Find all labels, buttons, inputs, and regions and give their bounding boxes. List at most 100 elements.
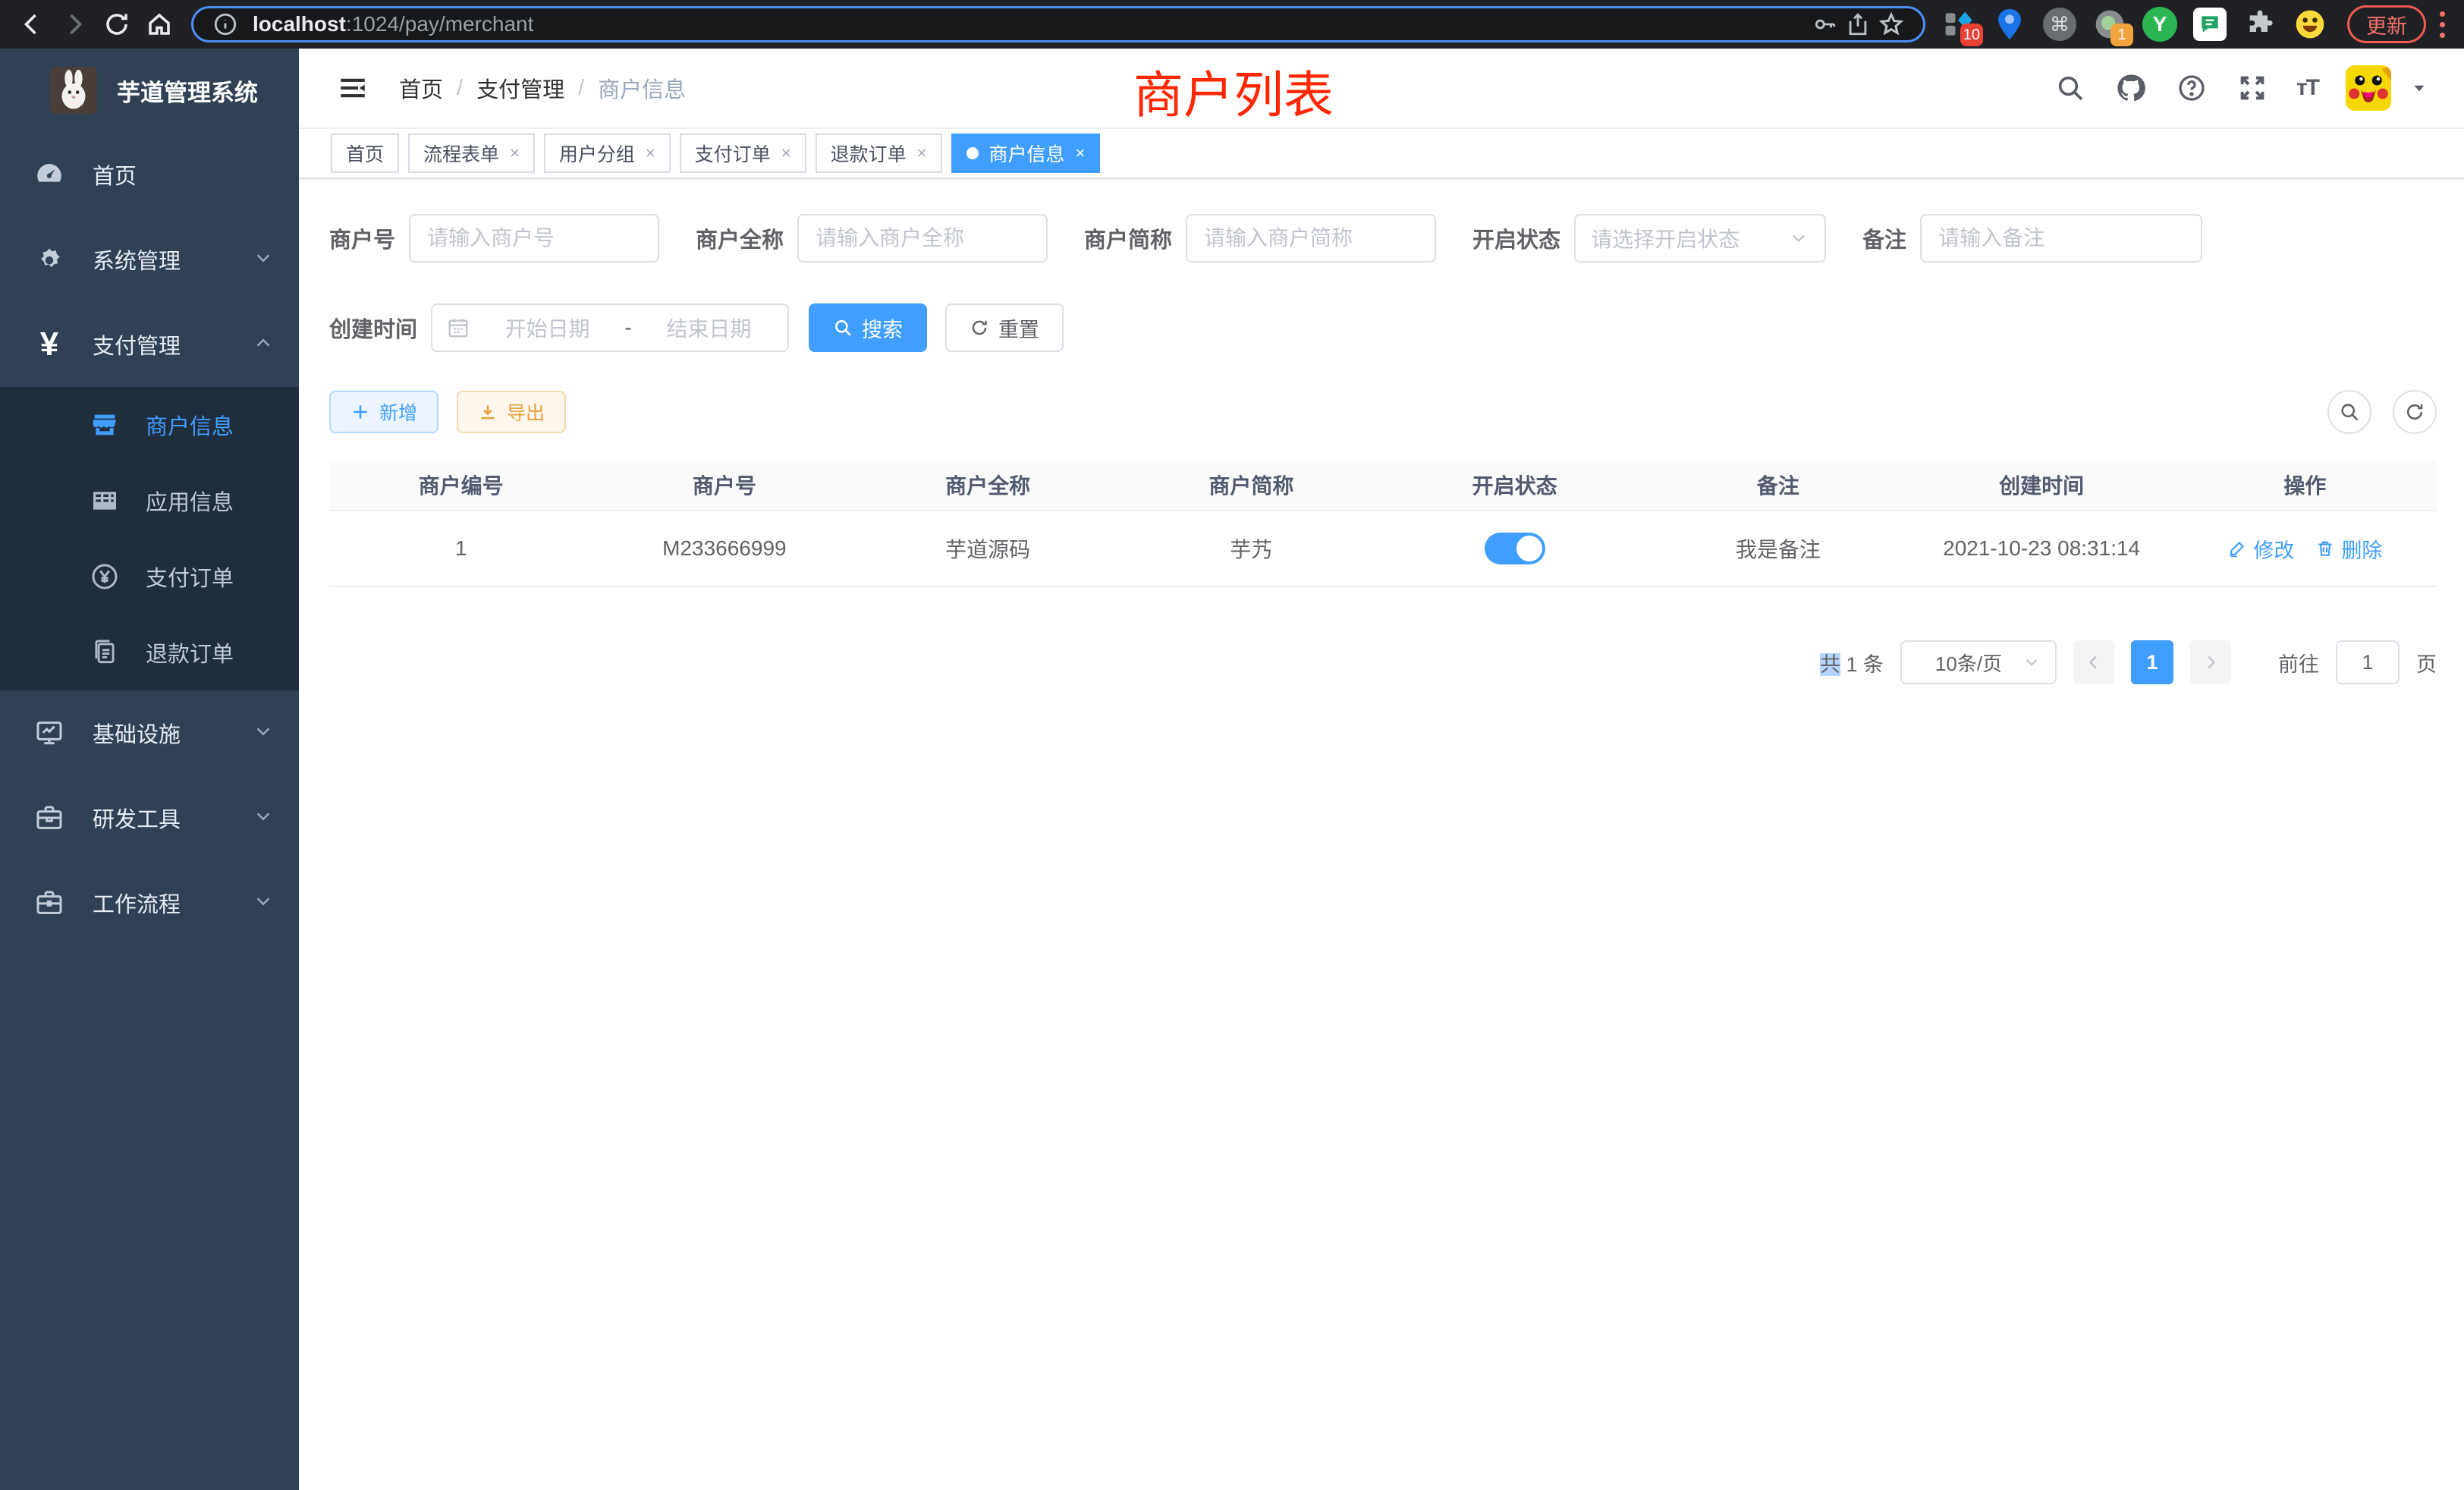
sidebar-collapse-icon[interactable]	[335, 71, 370, 105]
next-page-button[interactable]	[2190, 640, 2231, 684]
filter-row-2: 创建时间 开始日期 - 结束日期 搜索	[329, 303, 2437, 352]
edit-link[interactable]: 修改	[2227, 534, 2294, 564]
extension-chat-icon[interactable]	[2192, 7, 2227, 42]
browser-toolbar: localhost:1024/pay/merchant 10 ⌘	[0, 0, 2464, 49]
extension-emoji-icon[interactable]	[2293, 7, 2327, 42]
breadcrumb: 首页 / 支付管理 / 商户信息	[399, 72, 686, 104]
browser-reload-icon[interactable]	[96, 3, 138, 46]
tab-label: 首页	[346, 140, 384, 167]
help-icon[interactable]	[2175, 71, 2208, 105]
url-host: localhost	[253, 12, 346, 36]
full-name-input[interactable]	[797, 214, 1048, 262]
page-number-current[interactable]: 1	[2131, 640, 2173, 684]
remark-input[interactable]	[1920, 214, 2202, 262]
github-icon[interactable]	[2114, 71, 2148, 105]
add-button[interactable]: 新增	[329, 391, 438, 433]
monitor-icon	[32, 715, 67, 750]
user-avatar[interactable]	[2346, 65, 2391, 111]
tab-process-form[interactable]: 流程表单×	[408, 134, 535, 173]
fullscreen-icon[interactable]	[2236, 71, 2269, 105]
sidebar-item-refund-order[interactable]: 退款订单	[0, 615, 299, 690]
chrome-update-button[interactable]: 更新	[2347, 5, 2426, 43]
col-header-merchant-no: 商户号	[592, 470, 856, 500]
tab-user-group[interactable]: 用户分组×	[544, 134, 671, 173]
extension-pin-icon[interactable]	[1992, 7, 2027, 42]
status-toggle-on[interactable]	[1485, 533, 1545, 564]
sidebar-item-merchant-info[interactable]: 商户信息	[0, 387, 299, 463]
main-panel: 首页 / 支付管理 / 商户信息	[299, 49, 2464, 1490]
refresh-button[interactable]	[2393, 390, 2437, 434]
tab-home[interactable]: 首页	[331, 134, 399, 173]
breadcrumb-pay[interactable]: 支付管理	[476, 72, 564, 104]
filter-row-1: 商户号 商户全称 商户简称 开启状态 请选择开启状态 备注	[329, 214, 2437, 262]
browser-menu-icon[interactable]	[2431, 6, 2453, 42]
cell-short-name: 芋艿	[1120, 533, 1383, 564]
sidebar-item-pay-order[interactable]: 支付订单	[0, 539, 299, 615]
tab-pay-order[interactable]: 支付订单×	[680, 134, 806, 173]
add-button-label: 新增	[379, 398, 417, 426]
chevron-down-icon	[252, 247, 278, 272]
table-header-row: 商户编号 商户号 商户全称 商户简称 开启状态 备注 创建时间 操作	[329, 460, 2437, 511]
breadcrumb-home[interactable]: 首页	[399, 72, 443, 104]
page-size-select[interactable]: 10条/页	[1900, 640, 2057, 684]
goto-label: 前往	[2278, 648, 2319, 677]
briefcase-icon	[32, 885, 67, 920]
toolbar-row: 新增 导出	[329, 390, 2437, 434]
close-icon[interactable]: ×	[781, 143, 791, 163]
export-button[interactable]: 导出	[457, 391, 566, 433]
tab-merchant-info[interactable]: 商户信息×	[951, 134, 1101, 173]
status-label: 开启状态	[1472, 222, 1560, 254]
extensions-area: 10 ⌘ 1 Y	[1942, 7, 2327, 42]
sidebar-item-app-info[interactable]: 应用信息	[0, 463, 299, 539]
url-text[interactable]: localhost:1024/pay/merchant	[253, 12, 1808, 36]
short-name-input[interactable]	[1186, 214, 1436, 262]
site-info-icon[interactable]	[209, 8, 242, 41]
close-icon[interactable]: ×	[1076, 143, 1086, 163]
col-header-remark: 备注	[1646, 470, 1909, 500]
sidebar-logo-row[interactable]: 芋道管理系统	[0, 49, 299, 132]
sidebar-item-label: 应用信息	[146, 485, 234, 517]
extension-y-icon[interactable]: Y	[2142, 7, 2177, 42]
sidebar-item-home[interactable]: 首页	[0, 132, 299, 217]
sidebar-item-dev-tools[interactable]: 研发工具	[0, 775, 299, 860]
close-icon[interactable]: ×	[646, 143, 655, 163]
sidebar-item-workflow[interactable]: 工作流程	[0, 860, 299, 945]
reset-button[interactable]: 重置	[945, 303, 1064, 352]
password-key-icon[interactable]	[1808, 8, 1841, 41]
extension-command-icon[interactable]: ⌘	[2042, 7, 2077, 42]
pagination-total: 共 1 条	[1820, 648, 1884, 677]
status-select[interactable]: 请选择开启状态	[1574, 214, 1826, 262]
browser-home-icon[interactable]	[138, 3, 181, 46]
browser-back-icon[interactable]	[11, 3, 53, 46]
bookmark-star-icon[interactable]	[1875, 8, 1908, 41]
share-icon[interactable]	[1841, 8, 1875, 41]
extensions-puzzle-icon[interactable]	[2242, 7, 2277, 42]
address-bar[interactable]: localhost:1024/pay/merchant	[191, 6, 1925, 42]
search-button[interactable]: 搜索	[809, 303, 927, 352]
search-button-label: 搜索	[862, 313, 903, 343]
font-size-icon[interactable]: ᴛT	[2296, 75, 2318, 101]
chevron-down-icon	[2022, 652, 2041, 672]
create-time-range-picker[interactable]: 开始日期 - 结束日期	[431, 303, 789, 352]
col-header-id: 商户编号	[329, 470, 592, 500]
sidebar-item-infra[interactable]: 基础设施	[0, 690, 299, 775]
delete-link[interactable]: 删除	[2315, 534, 2382, 564]
toggle-search-button[interactable]	[2327, 390, 2371, 434]
browser-forward-icon[interactable]	[53, 3, 96, 46]
close-icon[interactable]: ×	[510, 143, 520, 163]
extension-diamond-icon[interactable]: 10	[1942, 7, 1977, 42]
sidebar-item-pay[interactable]: ¥ 支付管理	[0, 302, 299, 387]
sidebar-item-system[interactable]: 系统管理	[0, 217, 299, 302]
table-row: 1 M233666999 芋道源码 芋艿 我是备注 2021-10-23 08:…	[329, 511, 2437, 586]
cell-full-name: 芋道源码	[856, 533, 1120, 564]
tab-refund-order[interactable]: 退款订单×	[816, 134, 942, 173]
col-header-status: 开启状态	[1383, 470, 1646, 500]
prev-page-button[interactable]	[2073, 640, 2114, 684]
close-icon[interactable]: ×	[917, 143, 927, 163]
extension-recorder-icon[interactable]: 1	[2092, 7, 2127, 42]
extension-badge-one: 1	[2110, 24, 2133, 46]
header-search-icon[interactable]	[2054, 71, 2087, 105]
merchant-no-input[interactable]	[409, 214, 659, 262]
avatar-caret-icon[interactable]	[2409, 78, 2429, 98]
goto-page-input[interactable]	[2336, 640, 2400, 684]
